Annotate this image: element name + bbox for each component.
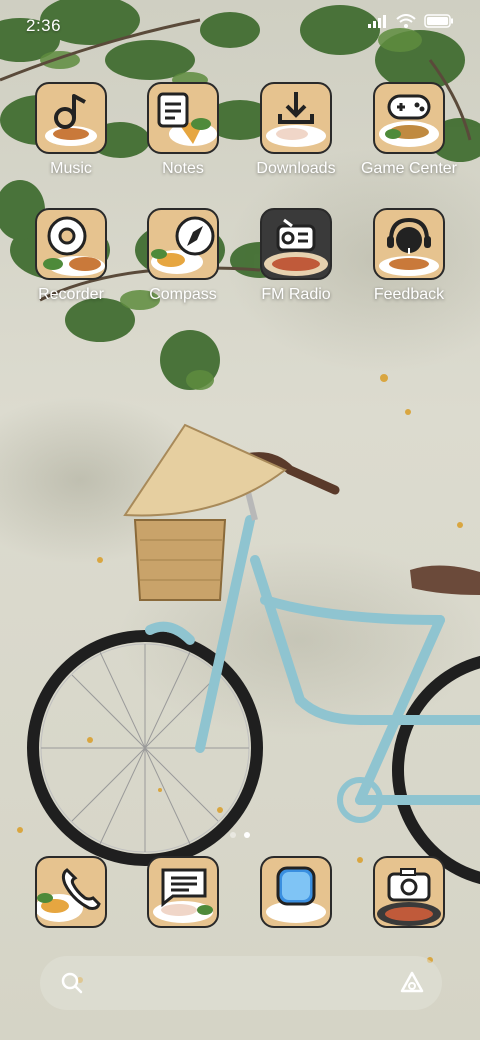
download-icon	[260, 82, 332, 154]
app-label: Notes	[162, 160, 204, 177]
camera-icon	[373, 856, 445, 928]
browser-icon	[260, 856, 332, 928]
dock-camera[interactable]	[354, 856, 464, 928]
battery-icon	[424, 14, 453, 28]
app-label: Recorder	[38, 286, 104, 303]
bicycle-illustration	[27, 452, 480, 885]
basket-illustration	[133, 519, 227, 601]
messages-icon	[147, 856, 219, 928]
page-dot-active[interactable]	[244, 832, 250, 838]
app-label: Downloads	[256, 160, 336, 177]
app-game-center[interactable]: Game Center	[354, 82, 464, 178]
search-icon[interactable]	[60, 971, 84, 995]
app-music[interactable]: Music	[16, 82, 126, 178]
status-time: 2:36	[26, 16, 62, 35]
gamepad-icon	[373, 82, 445, 154]
phone-icon	[35, 856, 107, 928]
app-feedback[interactable]: Feedback	[354, 208, 464, 304]
dock-messages[interactable]	[128, 856, 238, 928]
compass-icon	[147, 208, 219, 280]
app-downloads[interactable]: Downloads	[241, 82, 351, 178]
app-label: Game Center	[360, 160, 458, 177]
app-notes[interactable]: Notes	[128, 82, 238, 178]
app-label: Feedback	[373, 286, 445, 303]
app-recorder[interactable]: Recorder	[16, 208, 126, 304]
app-compass[interactable]: Compass	[128, 208, 238, 304]
page-indicator	[0, 832, 480, 838]
app-label: Music	[50, 160, 92, 177]
dock-browser[interactable]	[241, 856, 351, 928]
page-dot[interactable]	[230, 832, 236, 838]
music-note-icon	[35, 82, 107, 154]
app-label: Compass	[149, 286, 217, 303]
headset-icon	[373, 208, 445, 280]
wifi-icon	[396, 14, 416, 28]
signal-icon	[368, 15, 386, 28]
notes-icon	[147, 82, 219, 154]
radio-icon	[260, 208, 332, 280]
recorder-icon	[35, 208, 107, 280]
conical-hat-illustration	[123, 423, 287, 517]
app-fm-radio[interactable]: FM Radio	[241, 208, 351, 304]
status-bar: 2:36	[0, 0, 480, 50]
dock-phone[interactable]	[16, 856, 126, 928]
app-label: FM Radio	[261, 286, 331, 303]
assistant-icon[interactable]	[398, 969, 426, 997]
search-bar[interactable]	[40, 956, 442, 1010]
